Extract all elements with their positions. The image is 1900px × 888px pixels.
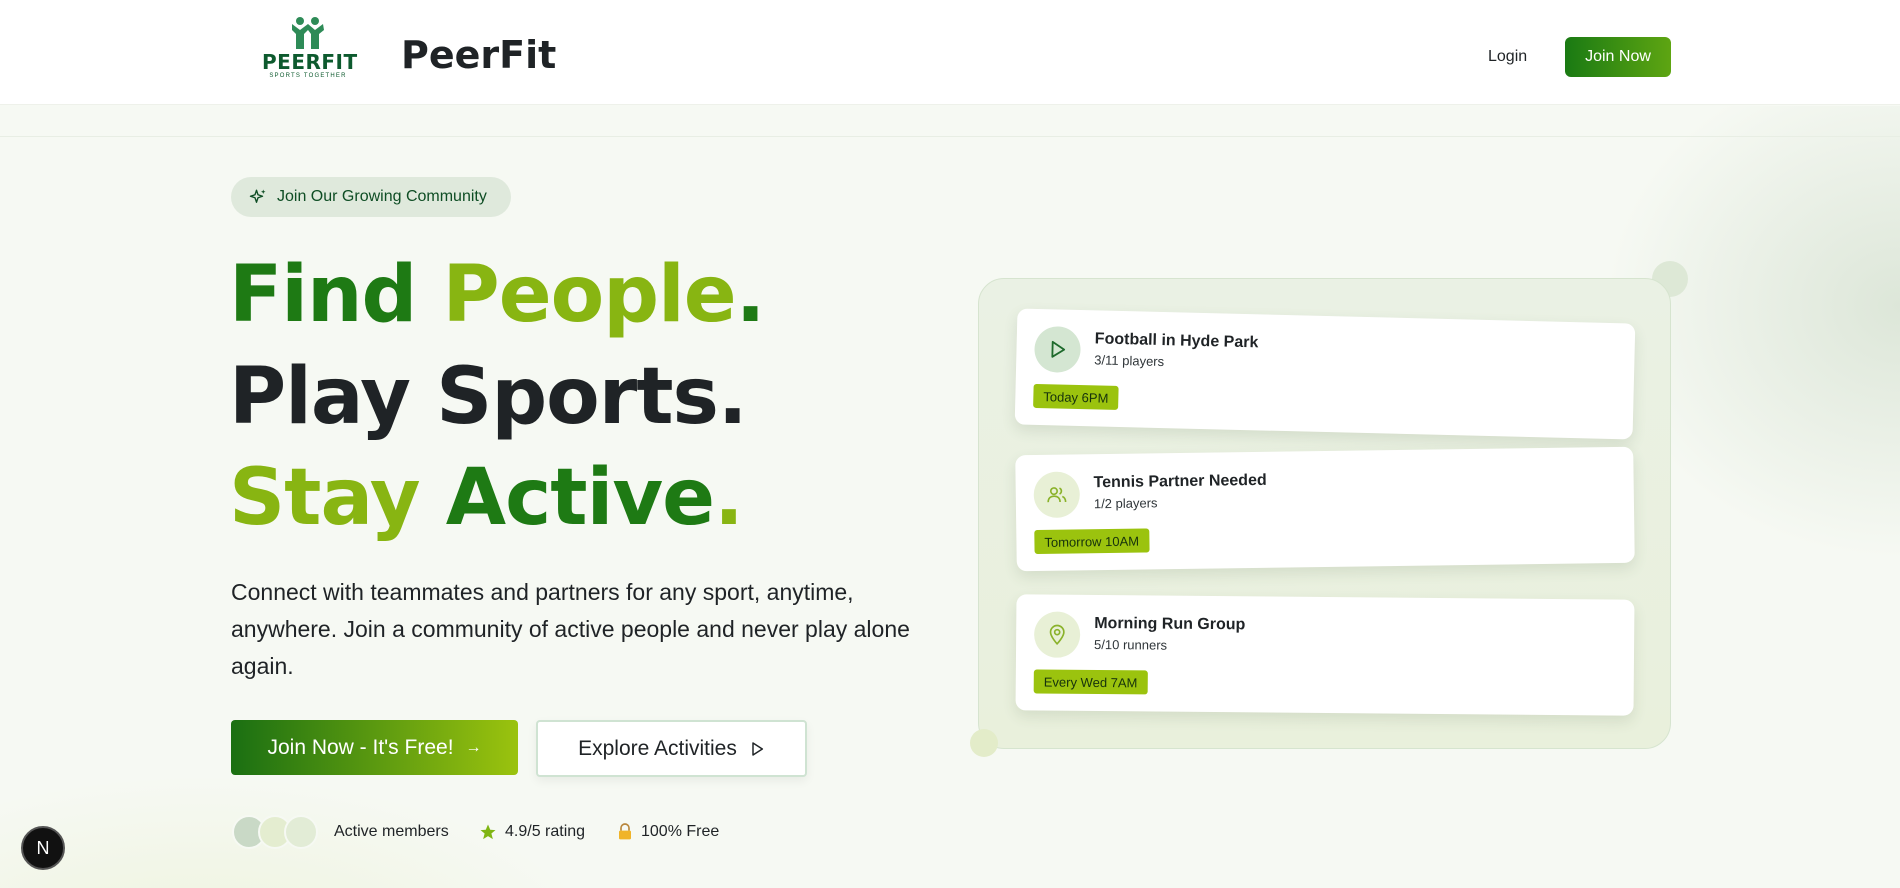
member-avatars [232, 815, 322, 849]
arrow-right-icon: → [465, 738, 482, 756]
headline-period: . [714, 453, 744, 543]
header-join-button[interactable]: Join Now [1565, 37, 1671, 77]
activity-players: 5/10 runners [1094, 636, 1168, 653]
hero-description: Connect with teammates and partners for … [231, 579, 910, 679]
activity-title: Football in Hyde Park [1094, 330, 1259, 352]
stat-free: 100% Free [617, 822, 719, 842]
headline-line-3: Stay Active. [229, 453, 744, 543]
hero-divider [0, 136, 1900, 137]
dev-tools-badge[interactable]: N [21, 826, 65, 870]
headline-word-people: People [442, 250, 737, 340]
site-header: PEERFIT SPORTS TOGETHER PeerFit Login Jo… [0, 0, 1900, 105]
logo-tagline: SPORTS TOGETHER [269, 73, 347, 79]
stat-free-label: 100% Free [641, 823, 720, 840]
brand-name[interactable]: PeerFit [401, 33, 556, 77]
community-badge-label: Join Our Growing Community [277, 188, 487, 205]
play-icon [1033, 325, 1082, 374]
community-badge: Join Our Growing Community [231, 177, 511, 217]
headline-period: . [717, 352, 748, 442]
stat-active-members: Active members [334, 823, 449, 840]
activity-players: 3/11 players [1094, 352, 1165, 370]
logo-wordmark: PEERFIT [262, 50, 358, 74]
headline-word-find: Find [229, 250, 417, 340]
sparkles-icon [249, 189, 266, 203]
activity-card[interactable]: Tennis Partner Needed 1/2 players Tomorr… [1015, 446, 1635, 572]
headline-line-2: Play Sports. [229, 352, 748, 442]
activity-time-tag: Tomorrow 10AM [1034, 528, 1150, 555]
activity-card[interactable]: Football in Hyde Park 3/11 players Today… [1014, 308, 1636, 440]
lock-icon [619, 823, 631, 840]
map-pin-icon [1033, 611, 1081, 658]
play-icon [752, 741, 763, 756]
headline-line-1: Find People. [229, 250, 766, 340]
avatar [284, 815, 318, 849]
explore-activities-label: Explore Activities [578, 736, 737, 760]
headline-word-stay: Stay [229, 453, 421, 543]
stat-rating: 4.9/5 rating [479, 822, 585, 842]
headline-play-sports: Play Sports [229, 352, 719, 442]
activity-card[interactable]: Morning Run Group 5/10 runners Every Wed… [1015, 594, 1635, 716]
users-icon [1033, 471, 1081, 519]
headline-period: . [735, 250, 766, 340]
login-link[interactable]: Login [1488, 47, 1527, 67]
activity-title: Tennis Partner Needed [1093, 471, 1267, 492]
stat-rating-label: 4.9/5 rating [505, 823, 586, 840]
headline-word-active: Active [445, 453, 715, 543]
activity-time-tag: Every Wed 7AM [1033, 669, 1148, 695]
decorative-circle [970, 729, 998, 757]
explore-activities-button[interactable]: Explore Activities [536, 720, 807, 777]
activity-time-tag: Today 6PM [1033, 383, 1119, 410]
join-free-button[interactable]: Join Now - It's Free! → [231, 720, 518, 775]
activity-title: Morning Run Group [1094, 614, 1246, 634]
join-free-label: Join Now - It's Free! [267, 735, 454, 759]
logo-figures-icon [292, 17, 324, 49]
activity-players: 1/2 players [1093, 495, 1158, 512]
star-icon [480, 824, 496, 840]
logo[interactable]: PEERFIT SPORTS TOGETHER [262, 16, 358, 90]
